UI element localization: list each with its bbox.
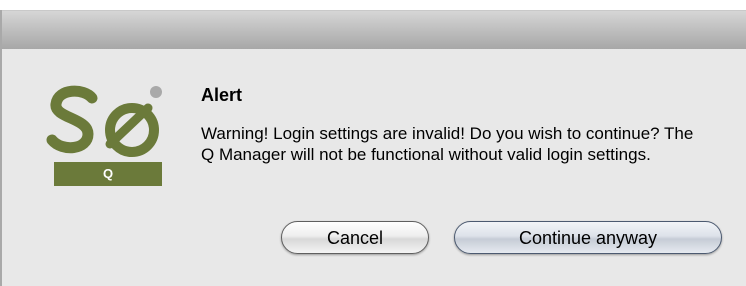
logo-q-bar: Q — [54, 162, 162, 186]
dialog-titlebar[interactable] — [2, 10, 746, 50]
cancel-button[interactable]: Cancel — [281, 221, 429, 254]
continue-anyway-button[interactable]: Continue anyway — [454, 221, 722, 254]
alert-message: Warning! Login settings are invalid! Do … — [201, 124, 694, 164]
alert-title: Alert — [201, 85, 243, 105]
app-logo: Q — [40, 68, 170, 188]
se-logo-icon — [46, 85, 162, 157]
